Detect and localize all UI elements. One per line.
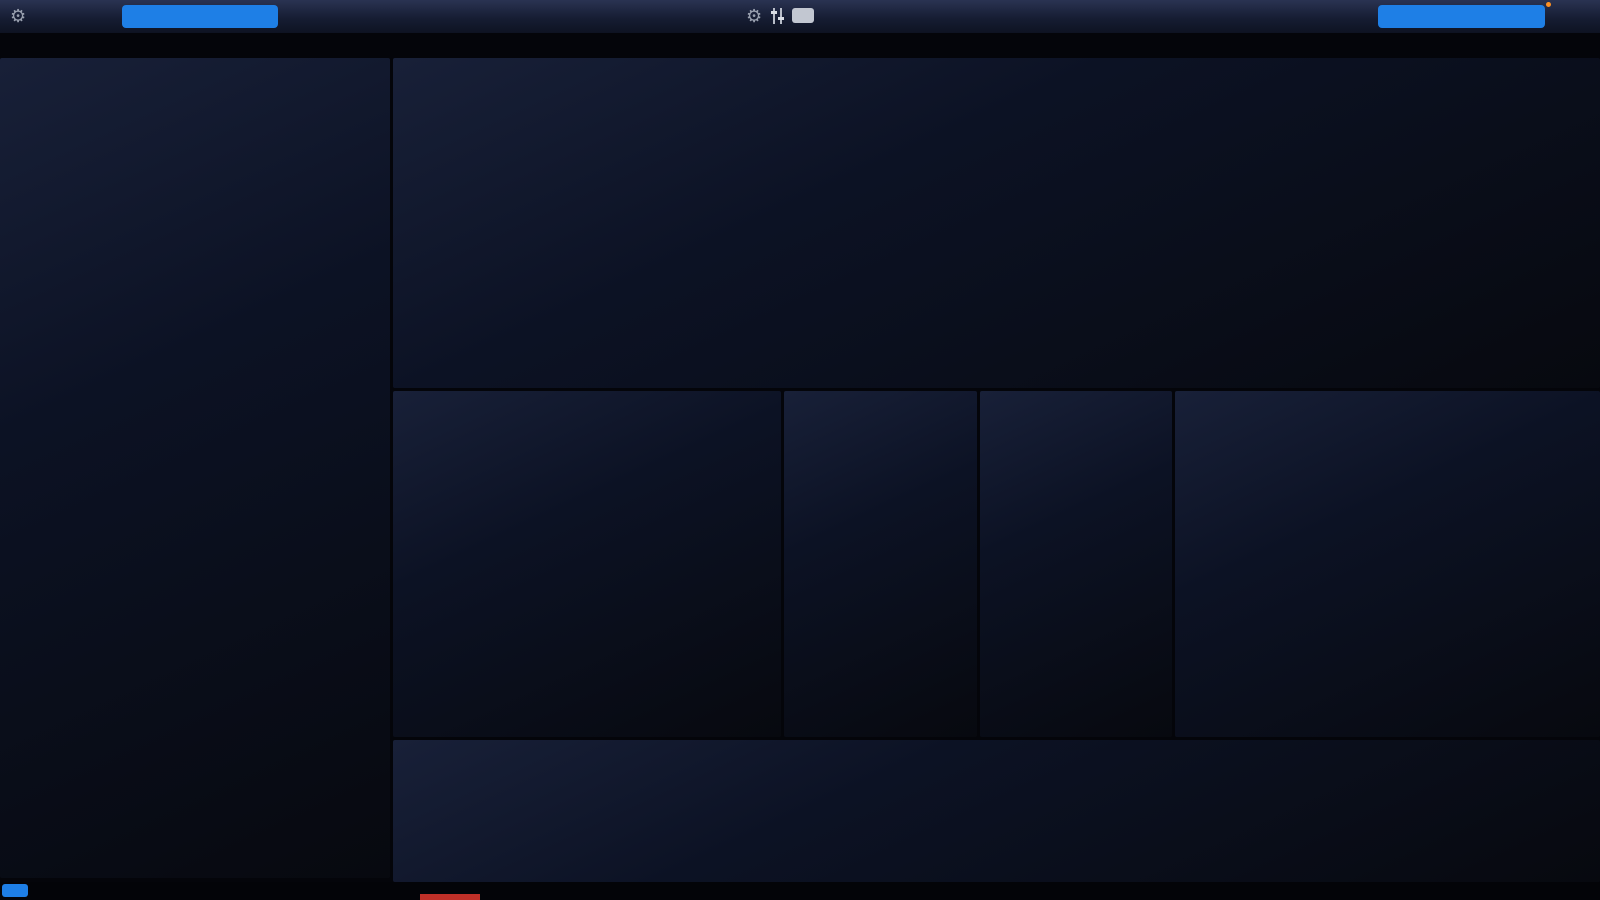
io-routing-icon[interactable] bbox=[792, 8, 814, 23]
layout-preset-button[interactable] bbox=[1378, 5, 1545, 28]
preset-modified-dot bbox=[1546, 2, 1551, 7]
loudness-metering-panel bbox=[1175, 391, 1600, 737]
settings-gear-icon[interactable]: ⚙ bbox=[746, 7, 762, 25]
analyzer-window: ⚙ ⚙ bbox=[0, 0, 1600, 900]
window-bottom-bar bbox=[0, 882, 1600, 900]
surround-scope-panel bbox=[393, 391, 781, 737]
mixer-faders-icon[interactable] bbox=[770, 7, 786, 25]
top-bar: ⚙ ⚙ bbox=[0, 0, 1600, 33]
spatial-spectrogram-panel bbox=[0, 58, 390, 878]
bottom-left-blue-button[interactable] bbox=[2, 884, 28, 897]
hardware-input-button[interactable] bbox=[122, 5, 278, 28]
metering-history-panel bbox=[393, 740, 1600, 882]
rms-metering-panel bbox=[784, 391, 977, 737]
magnitude-spectrum-panel bbox=[393, 58, 1600, 388]
true-peak-panel bbox=[980, 391, 1172, 737]
bottom-red-fragment bbox=[420, 894, 480, 900]
audio-source-gear-icon[interactable]: ⚙ bbox=[10, 7, 26, 25]
info-bar bbox=[0, 33, 1600, 58]
